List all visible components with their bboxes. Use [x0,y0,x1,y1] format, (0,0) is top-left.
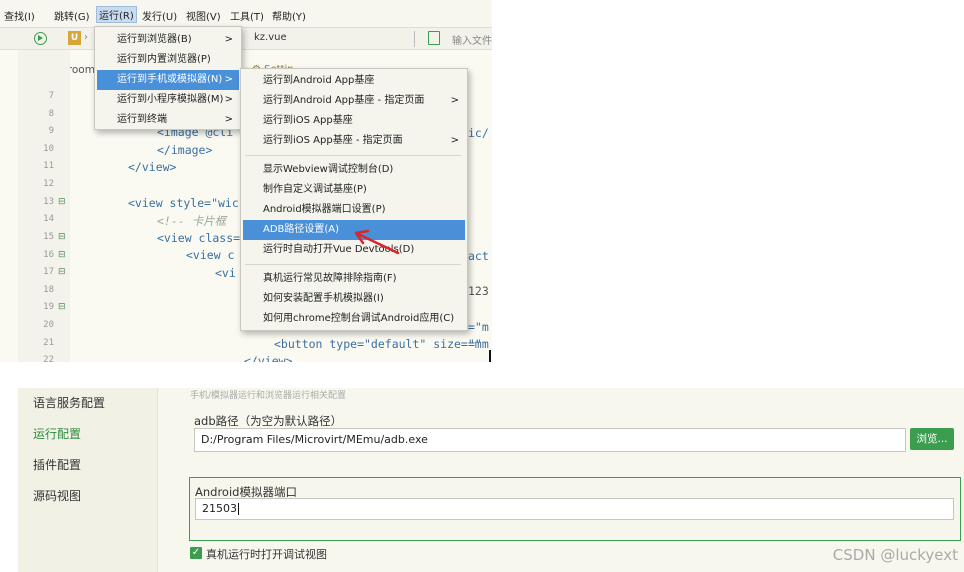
debug-view-checkbox[interactable]: ✓ [190,547,202,559]
sidebar-item-source-view[interactable]: 源码视图 [33,487,81,504]
emulator-port-value: 21503 [202,502,237,515]
section-hint: 手机/模拟器运行和浏览器运行相关配置 [190,391,347,401]
text-cursor [238,503,239,515]
settings-sidebar: 语言服务配置 运行配置 插件配置 源码视图 [18,388,158,572]
adb-path-label: adb路径（为空为默认路径） [194,414,343,428]
annotation-arrow-icon [354,229,400,255]
adb-path-input[interactable]: D:/Program Files/Microvirt/MEmu/adb.exe [194,428,906,452]
settings-panel: 语言服务配置 运行配置 插件配置 源码视图 手机/模拟器运行和浏览器运行相关配置… [18,388,964,572]
sidebar-item-run-config[interactable]: 运行配置 [33,425,81,442]
emulator-port-group: Android模拟器端口 21503 [189,477,961,541]
sidebar-item-plugin-config[interactable]: 插件配置 [33,456,81,473]
browse-button[interactable]: 浏览... [910,428,954,450]
editor-window: 查找(I) 跳转(G) 运行(R) 发行(U) 视图(V) 工具(T) 帮助(Y… [0,0,492,362]
sidebar-item-language-service[interactable]: 语言服务配置 [33,394,105,411]
emulator-port-input[interactable]: 21503 [195,498,954,520]
debug-view-checkbox-label: 真机运行时打开调试视图 [206,548,327,561]
watermark: CSDN @luckyext [832,546,958,564]
